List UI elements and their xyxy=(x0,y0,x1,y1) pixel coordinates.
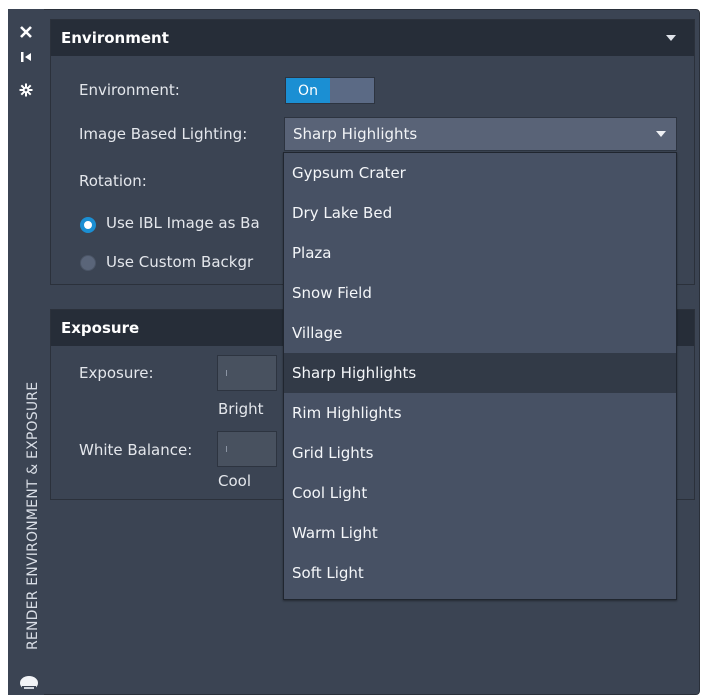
dropdown-item-soft-light[interactable]: Soft Light xyxy=(284,553,676,593)
dropdown-item-snow-field[interactable]: Snow Field xyxy=(284,273,676,313)
lightbulb-icon xyxy=(16,671,42,693)
slider-tick xyxy=(226,370,227,376)
ibl-select[interactable]: Sharp Highlights xyxy=(284,117,677,151)
dropdown-item-warm-light[interactable]: Warm Light xyxy=(284,513,676,553)
radio-use-ibl-label: Use IBL Image as Ba xyxy=(106,214,260,232)
environment-panel-title: Environment xyxy=(61,29,169,47)
dropdown-item-sharp-highlights[interactable]: Sharp Highlights xyxy=(284,353,676,393)
dropdown-item-plaza[interactable]: Plaza xyxy=(284,233,676,273)
pin-icon[interactable] xyxy=(12,46,40,68)
ibl-dropdown-list: Gypsum Crater Dry Lake Bed Plaza Snow Fi… xyxy=(283,152,677,600)
environment-panel-header[interactable]: Environment xyxy=(51,20,694,56)
rotation-label: Rotation: xyxy=(79,172,147,190)
white-balance-label: White Balance: xyxy=(79,441,193,459)
white-balance-slider[interactable] xyxy=(217,431,277,467)
white-balance-hint: Cool xyxy=(218,472,251,490)
environment-toggle[interactable]: On xyxy=(285,77,375,104)
exposure-label: Exposure: xyxy=(79,364,154,382)
exposure-panel-title: Exposure xyxy=(61,319,140,337)
ibl-label: Image Based Lighting: xyxy=(79,125,248,143)
dropdown-item-dry-lake-bed[interactable]: Dry Lake Bed xyxy=(284,193,676,233)
gear-icon[interactable] xyxy=(12,79,40,101)
radio-use-ibl-background[interactable] xyxy=(80,217,96,233)
close-icon[interactable] xyxy=(12,21,40,43)
dropdown-item-gypsum-crater[interactable]: Gypsum Crater xyxy=(284,153,676,193)
dropdown-item-village[interactable]: Village xyxy=(284,313,676,353)
dropdown-item-cool-light[interactable]: Cool Light xyxy=(284,473,676,513)
slider-tick xyxy=(226,446,227,452)
ibl-select-value: Sharp Highlights xyxy=(293,125,418,143)
environment-label: Environment: xyxy=(79,81,180,99)
palette-title: RENDER ENVIRONMENT & EXPOSURE xyxy=(25,381,41,650)
toggle-on-label: On xyxy=(286,78,330,103)
collapse-arrow-icon[interactable] xyxy=(666,35,676,41)
chevron-down-icon[interactable] xyxy=(656,131,666,137)
dropdown-item-rim-highlights[interactable]: Rim Highlights xyxy=(284,393,676,433)
radio-use-custom-background[interactable] xyxy=(80,255,96,271)
dropdown-item-grid-lights[interactable]: Grid Lights xyxy=(284,433,676,473)
radio-use-custom-label: Use Custom Backgr xyxy=(106,253,254,271)
exposure-slider[interactable] xyxy=(217,355,277,391)
exposure-hint: Bright xyxy=(218,400,264,418)
